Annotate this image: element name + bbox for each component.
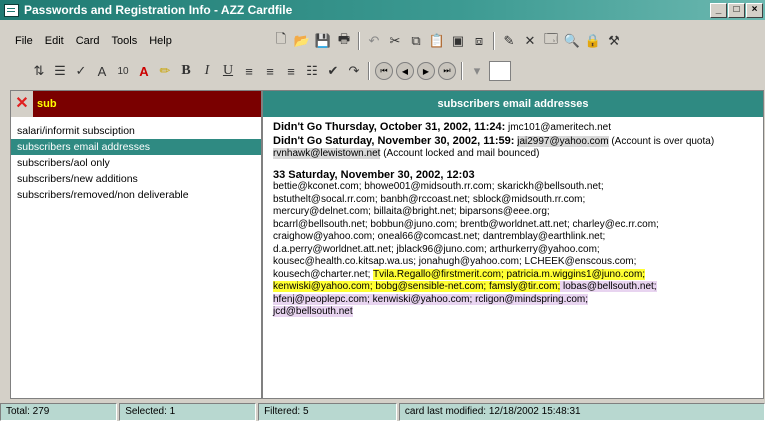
sort-icon[interactable]: ⇅ [30, 62, 48, 80]
maximize-button[interactable]: □ [728, 3, 745, 18]
first-card-icon[interactable]: ⏮ [375, 62, 393, 80]
align-right-icon[interactable]: ≡ [282, 62, 300, 80]
card-line-text: bstuthelt@socal.rr.com; banbh@rccoast.ne… [273, 193, 586, 205]
color-swatch[interactable] [489, 61, 511, 81]
card-line-text: (Account is over quota) [608, 135, 715, 147]
save-icon[interactable]: 💾 [314, 32, 332, 50]
toolbar-separator [368, 62, 370, 80]
highlighted-text: Tvila.Regallo@firstmerit.com; patricia.m… [373, 268, 646, 280]
list-item[interactable]: salari/informit subsciption [11, 123, 261, 139]
font-size-select[interactable]: 10 [114, 62, 132, 80]
card-block-head: 33 Saturday, November 30, 2002, 12:03 [273, 168, 475, 181]
italic-icon[interactable]: I [198, 62, 216, 80]
menu-bar: File Edit Card Tools Help [10, 30, 177, 52]
list-item-selected[interactable]: subscribers email addresses [11, 139, 261, 155]
highlighted-text: jcd@bellsouth.net [273, 306, 353, 317]
underline-icon[interactable]: U [219, 62, 237, 80]
card-line-text: (Account locked and mail bounced) [380, 148, 540, 159]
status-bar: Total: 279 Selected: 1 Filtered: 5 card … [0, 403, 765, 421]
redo-icon[interactable]: ↷ [345, 62, 363, 80]
next-card-icon[interactable]: ▶ [417, 62, 435, 80]
menu-help[interactable]: Help [144, 35, 177, 47]
delete-icon[interactable]: ✕ [521, 32, 539, 50]
highlighted-text: lobas@bellsouth.net; [560, 281, 657, 292]
card-body[interactable]: Didn't Go Thursday, October 31, 2002, 11… [263, 117, 763, 319]
highlighted-text: hfenj@peoplepc.com; kenwiski@yahoo.com; … [273, 293, 589, 305]
status-selected: Selected: 1 [119, 403, 257, 421]
duplicate-card-icon[interactable]: ⧈ [470, 32, 488, 50]
title-bar[interactable]: Passwords and Registration Info - AZZ Ca… [0, 0, 765, 20]
edit-card-icon[interactable]: ✎ [500, 32, 518, 50]
font-color-icon[interactable]: A [135, 62, 153, 80]
search-bar: ✕ [11, 91, 261, 117]
main-toolbar: 🗋 📂 💾 🖶 ↶ ✂ ⧉ 📋 ▣ ⧈ ✎ ✕ 🗔 🔍 🔒 ⚒ [272, 31, 623, 50]
card-line-text: craighow@yahoo.com; oneal66@comcast.net;… [273, 231, 606, 242]
status-total: Total: 279 [0, 403, 118, 421]
menu-file[interactable]: File [10, 35, 38, 47]
card-title: subscribers email addresses [263, 91, 763, 117]
card-line-head: Didn't Go Thursday, October 31, 2002, 11… [273, 121, 506, 133]
card-line-text: d.a.perry@worldnet.att.net; jblack96@jun… [273, 243, 600, 255]
font-icon[interactable]: A [93, 62, 111, 80]
email-text: jai2997@yahoo.com [517, 135, 609, 147]
status-modified: card last modified: 12/18/2002 15:48:31 [398, 403, 765, 421]
cardfile-icon [4, 3, 19, 17]
align-center-icon[interactable]: ≡ [261, 62, 279, 80]
card-line-head: Didn't Go Saturday, November 30, 2002, 1… [273, 134, 515, 147]
cut-icon[interactable]: ✂ [386, 32, 404, 50]
card-line-text: kousech@charter.net; [273, 268, 374, 280]
copy-icon[interactable]: ⧉ [407, 32, 425, 50]
lock-icon[interactable]: 🔒 [584, 32, 602, 50]
card-line-text: bcarrl@bellsouth.net; bobbun@juno.com; b… [273, 218, 659, 230]
card-line-text: kousec@health.co.kitsap.wa.us; jonahugh@… [273, 256, 637, 267]
card-list: salari/informit subsciption subscribers … [11, 117, 261, 203]
window-controls: _ □ × [710, 3, 763, 18]
close-button[interactable]: × [746, 3, 763, 18]
dropdown-icon[interactable]: ▾ [468, 62, 486, 80]
tools-icon[interactable]: ⚒ [605, 32, 623, 50]
card-editor[interactable]: subscribers email addresses Didn't Go Th… [262, 90, 764, 399]
window-title: Passwords and Registration Info - AZZ Ca… [24, 3, 293, 17]
new-card-icon[interactable]: ▣ [449, 32, 467, 50]
list-item[interactable]: subscribers/aol only [11, 155, 261, 171]
menu-card[interactable]: Card [71, 35, 105, 47]
toolbar-separator [493, 32, 495, 50]
search-input[interactable] [33, 97, 249, 111]
align-left-icon[interactable]: ≡ [240, 62, 258, 80]
prev-card-icon[interactable]: ◀ [396, 62, 414, 80]
check-icon[interactable]: ✓ [72, 62, 90, 80]
properties-icon[interactable]: 🗔 [542, 31, 560, 50]
bullets-icon[interactable]: ☷ [303, 62, 321, 80]
undo-icon[interactable]: ↶ [365, 32, 383, 50]
status-filtered: Filtered: 5 [258, 403, 397, 421]
list-view-icon[interactable]: ☰ [51, 62, 69, 80]
menu-tools[interactable]: Tools [107, 35, 143, 47]
format-toolbar: ⇅ ☰ ✓ A 10 A ✏ B I U ≡ ≡ ≡ ☷ ✔ ↷ ⏮ ◀ ▶ ⏭… [30, 61, 511, 81]
paste-icon[interactable]: 📋 [428, 32, 446, 50]
card-line-text: jmc101@ameritech.net [505, 122, 612, 133]
new-file-icon[interactable]: 🗋 [272, 31, 290, 50]
spell-check-icon[interactable]: ✔ [324, 62, 342, 80]
list-item[interactable]: subscribers/new additions [11, 171, 261, 187]
email-text: rvnhawk@lewistown.net [273, 148, 381, 159]
highlighted-text: kenwiski@yahoo.com; bobg@sensible-net.co… [273, 281, 561, 292]
highlight-icon[interactable]: ✏ [156, 62, 174, 80]
card-line-text: mercury@delnet.com; billaita@bright.net;… [273, 206, 550, 217]
print-icon[interactable]: 🖶 [335, 31, 353, 50]
bold-icon[interactable]: B [177, 62, 195, 80]
open-folder-icon[interactable]: 📂 [293, 32, 311, 50]
list-item[interactable]: subscribers/removed/non deliverable [11, 187, 261, 203]
menu-edit[interactable]: Edit [40, 35, 69, 47]
minimize-button[interactable]: _ [710, 3, 727, 18]
clear-filter-icon[interactable]: ✕ [11, 91, 33, 117]
toolbar-separator [461, 62, 463, 80]
toolbar-separator [358, 32, 360, 50]
find-icon[interactable]: 🔍 [563, 32, 581, 50]
card-line-text: bettie@kconet.com; bhowe001@midsouth.rr.… [273, 181, 604, 192]
card-list-panel: ✕ salari/informit subsciption subscriber… [10, 90, 262, 399]
last-card-icon[interactable]: ⏭ [438, 62, 456, 80]
